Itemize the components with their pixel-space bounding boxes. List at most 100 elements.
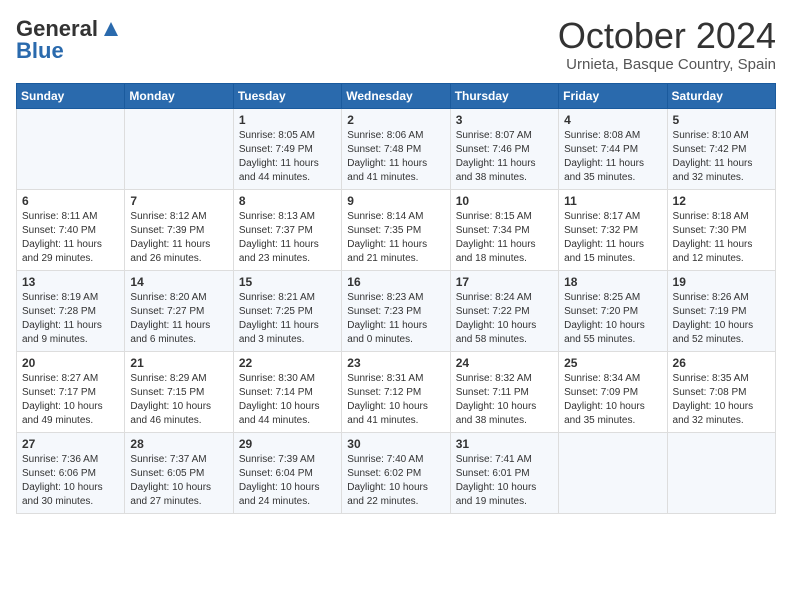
cell-info: Sunrise: 8:10 AM Sunset: 7:42 PM Dayligh…	[673, 129, 770, 185]
cell-info: Sunrise: 8:27 AM Sunset: 7:17 PM Dayligh…	[22, 372, 119, 428]
calendar-cell: 10 Sunrise: 8:15 AM Sunset: 7:34 PM Dayli…	[450, 189, 558, 270]
day-number: 12	[673, 194, 770, 208]
calendar-cell: 20Sunrise: 8:27 AM Sunset: 7:17 PM Dayli…	[17, 351, 125, 432]
calendar-cell: 18 Sunrise: 8:25 AM Sunset: 7:20 PM Dayli…	[559, 270, 667, 351]
calendar-cell: 12 Sunrise: 8:18 AM Sunset: 7:30 PM Dayli…	[667, 189, 775, 270]
day-number: 1	[239, 113, 336, 127]
day-number: 17	[456, 275, 553, 289]
day-number: 2	[347, 113, 444, 127]
day-number: 31	[456, 437, 553, 451]
cell-info: Sunrise: 8:21 AM Sunset: 7:25 PM Dayligh…	[239, 291, 336, 347]
day-number: 13	[22, 275, 119, 289]
calendar-cell: 7 Sunrise: 8:12 AM Sunset: 7:39 PM Daylig…	[125, 189, 233, 270]
day-number: 22	[239, 356, 336, 370]
calendar-cell	[559, 432, 667, 513]
day-number: 25	[564, 356, 661, 370]
calendar-cell	[125, 108, 233, 189]
calendar-cell: 31 Sunrise: 7:41 AM Sunset: 6:01 PM Dayli…	[450, 432, 558, 513]
cell-info: Sunrise: 7:40 AM Sunset: 6:02 PM Dayligh…	[347, 453, 444, 509]
calendar-table: SundayMondayTuesdayWednesdayThursdayFrid…	[16, 83, 776, 514]
calendar-week-2: 6 Sunrise: 8:11 AM Sunset: 7:40 PM Daylig…	[17, 189, 776, 270]
cell-info: Sunrise: 8:05 AM Sunset: 7:49 PM Dayligh…	[239, 129, 336, 185]
calendar-cell: 14 Sunrise: 8:20 AM Sunset: 7:27 PM Dayli…	[125, 270, 233, 351]
day-number: 19	[673, 275, 770, 289]
calendar-cell: 1 Sunrise: 8:05 AM Sunset: 7:49 PM Daylig…	[233, 108, 341, 189]
logo-icon	[102, 20, 120, 38]
cell-info: Sunrise: 8:24 AM Sunset: 7:22 PM Dayligh…	[456, 291, 553, 347]
day-number: 16	[347, 275, 444, 289]
calendar-cell: 26 Sunrise: 8:35 AM Sunset: 7:08 PM Dayli…	[667, 351, 775, 432]
cell-info: Sunrise: 8:25 AM Sunset: 7:20 PM Dayligh…	[564, 291, 661, 347]
day-number: 4	[564, 113, 661, 127]
day-number: 6	[22, 194, 119, 208]
calendar-cell: 27Sunrise: 7:36 AM Sunset: 6:06 PM Dayli…	[17, 432, 125, 513]
calendar-cell: 4Sunrise: 8:08 AM Sunset: 7:44 PM Daylig…	[559, 108, 667, 189]
cell-info: Sunrise: 8:12 AM Sunset: 7:39 PM Dayligh…	[130, 210, 227, 266]
calendar-cell: 22Sunrise: 8:30 AM Sunset: 7:14 PM Dayli…	[233, 351, 341, 432]
cell-info: Sunrise: 8:18 AM Sunset: 7:30 PM Dayligh…	[673, 210, 770, 266]
day-number: 21	[130, 356, 227, 370]
cell-info: Sunrise: 8:19 AM Sunset: 7:28 PM Dayligh…	[22, 291, 119, 347]
location-title: Urnieta, Basque Country, Spain	[558, 56, 776, 73]
cell-info: Sunrise: 8:23 AM Sunset: 7:23 PM Dayligh…	[347, 291, 444, 347]
calendar-cell	[667, 432, 775, 513]
day-number: 11	[564, 194, 661, 208]
day-number: 23	[347, 356, 444, 370]
day-number: 27	[22, 437, 119, 451]
calendar-cell: 3Sunrise: 8:07 AM Sunset: 7:46 PM Daylig…	[450, 108, 558, 189]
weekday-header-tuesday: Tuesday	[233, 83, 341, 108]
weekday-header-sunday: Sunday	[17, 83, 125, 108]
cell-info: Sunrise: 8:06 AM Sunset: 7:48 PM Dayligh…	[347, 129, 444, 185]
calendar-cell: 8 Sunrise: 8:13 AM Sunset: 7:37 PM Daylig…	[233, 189, 341, 270]
day-number: 8	[239, 194, 336, 208]
day-number: 10	[456, 194, 553, 208]
month-title: October 2024	[558, 16, 776, 56]
cell-info: Sunrise: 8:31 AM Sunset: 7:12 PM Dayligh…	[347, 372, 444, 428]
cell-info: Sunrise: 8:20 AM Sunset: 7:27 PM Dayligh…	[130, 291, 227, 347]
calendar-cell: 25Sunrise: 8:34 AM Sunset: 7:09 PM Dayli…	[559, 351, 667, 432]
calendar-cell: 23 Sunrise: 8:31 AM Sunset: 7:12 PM Dayli…	[342, 351, 450, 432]
calendar-week-3: 13 Sunrise: 8:19 AM Sunset: 7:28 PM Dayli…	[17, 270, 776, 351]
calendar-cell: 17 Sunrise: 8:24 AM Sunset: 7:22 PM Dayli…	[450, 270, 558, 351]
day-number: 7	[130, 194, 227, 208]
calendar-week-1: 1 Sunrise: 8:05 AM Sunset: 7:49 PM Daylig…	[17, 108, 776, 189]
day-number: 29	[239, 437, 336, 451]
cell-info: Sunrise: 8:13 AM Sunset: 7:37 PM Dayligh…	[239, 210, 336, 266]
day-number: 9	[347, 194, 444, 208]
cell-info: Sunrise: 8:15 AM Sunset: 7:34 PM Dayligh…	[456, 210, 553, 266]
weekday-header-friday: Friday	[559, 83, 667, 108]
calendar-week-4: 20Sunrise: 8:27 AM Sunset: 7:17 PM Dayli…	[17, 351, 776, 432]
calendar-cell: 11 Sunrise: 8:17 AM Sunset: 7:32 PM Dayli…	[559, 189, 667, 270]
cell-info: Sunrise: 7:41 AM Sunset: 6:01 PM Dayligh…	[456, 453, 553, 509]
cell-info: Sunrise: 8:32 AM Sunset: 7:11 PM Dayligh…	[456, 372, 553, 428]
calendar-cell	[17, 108, 125, 189]
calendar-cell: 30 Sunrise: 7:40 AM Sunset: 6:02 PM Dayli…	[342, 432, 450, 513]
cell-info: Sunrise: 8:17 AM Sunset: 7:32 PM Dayligh…	[564, 210, 661, 266]
cell-info: Sunrise: 7:39 AM Sunset: 6:04 PM Dayligh…	[239, 453, 336, 509]
day-number: 18	[564, 275, 661, 289]
cell-info: Sunrise: 8:11 AM Sunset: 7:40 PM Dayligh…	[22, 210, 119, 266]
cell-info: Sunrise: 8:35 AM Sunset: 7:08 PM Dayligh…	[673, 372, 770, 428]
title-block: October 2024 Urnieta, Basque Country, Sp…	[558, 16, 776, 73]
weekday-header-monday: Monday	[125, 83, 233, 108]
day-number: 24	[456, 356, 553, 370]
weekday-header-thursday: Thursday	[450, 83, 558, 108]
cell-info: Sunrise: 7:37 AM Sunset: 6:05 PM Dayligh…	[130, 453, 227, 509]
logo-blue: Blue	[16, 38, 64, 64]
cell-info: Sunrise: 8:26 AM Sunset: 7:19 PM Dayligh…	[673, 291, 770, 347]
day-number: 5	[673, 113, 770, 127]
calendar-body: 1 Sunrise: 8:05 AM Sunset: 7:49 PM Daylig…	[17, 108, 776, 513]
day-number: 3	[456, 113, 553, 127]
calendar-cell: 29 Sunrise: 7:39 AM Sunset: 6:04 PM Dayli…	[233, 432, 341, 513]
calendar-cell: 13 Sunrise: 8:19 AM Sunset: 7:28 PM Dayli…	[17, 270, 125, 351]
day-number: 30	[347, 437, 444, 451]
page-header: General Blue October 2024 Urnieta, Basqu…	[16, 16, 776, 73]
day-number: 28	[130, 437, 227, 451]
calendar-cell: 21 Sunrise: 8:29 AM Sunset: 7:15 PM Dayli…	[125, 351, 233, 432]
cell-info: Sunrise: 8:29 AM Sunset: 7:15 PM Dayligh…	[130, 372, 227, 428]
calendar-cell: 9Sunrise: 8:14 AM Sunset: 7:35 PM Daylig…	[342, 189, 450, 270]
calendar-header: SundayMondayTuesdayWednesdayThursdayFrid…	[17, 83, 776, 108]
day-number: 26	[673, 356, 770, 370]
day-number: 14	[130, 275, 227, 289]
calendar-cell: 28 Sunrise: 7:37 AM Sunset: 6:05 PM Dayli…	[125, 432, 233, 513]
